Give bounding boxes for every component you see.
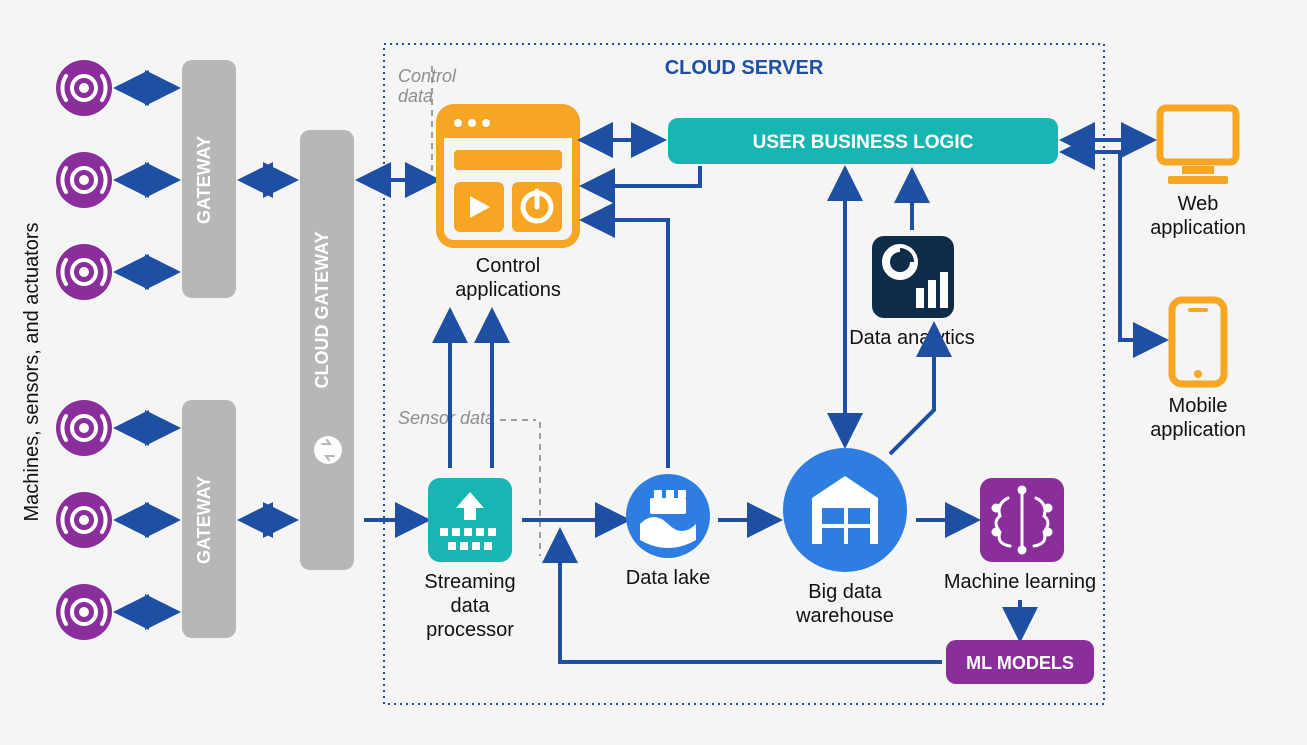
control-applications-icon <box>440 108 576 244</box>
web-application-icon <box>1160 108 1236 184</box>
machine-learning-label: Machine learning <box>944 571 1096 593</box>
ml-models-box: ML MODELS <box>946 640 1094 684</box>
svg-text:CLOUD GATEWAY: CLOUD GATEWAY <box>312 231 332 388</box>
streaming-processor-label: Streamingdataprocessor <box>424 571 515 641</box>
mobile-application-label: Mobileapplication <box>1150 395 1246 441</box>
sensor-icon <box>56 584 112 640</box>
datalake-control-link <box>588 220 668 468</box>
streaming-processor-icon <box>428 478 512 562</box>
svg-text:USER BUSINESS LOGIC: USER BUSINESS LOGIC <box>753 132 974 153</box>
sensor-icon <box>56 152 112 208</box>
svg-text:GATEWAY: GATEWAY <box>194 136 214 224</box>
diagram-canvas: CLOUD SERVER Machines, sensors, and actu… <box>0 0 1307 745</box>
machines-sensors-label: Machines, sensors, and actuators <box>21 222 43 521</box>
machine-learning-icon <box>980 478 1064 562</box>
control-applications-label: Controlapplications <box>455 255 561 301</box>
sensor-icons-group <box>56 60 112 640</box>
big-data-warehouse-icon <box>783 448 907 572</box>
cloud-server-title: CLOUD SERVER <box>665 57 824 79</box>
sensor-icon <box>56 492 112 548</box>
cloud-gateway: CLOUD GATEWAY <box>300 130 354 570</box>
data-lake-label: Data lake <box>626 567 711 589</box>
ubl-control-link-2 <box>588 166 700 186</box>
gateway-bottom: GATEWAY <box>182 400 236 638</box>
sensor-icon <box>56 244 112 300</box>
user-business-logic: USER BUSINESS LOGIC <box>668 118 1058 164</box>
web-application-label: Webapplication <box>1150 193 1246 239</box>
mobile-application-icon <box>1172 300 1224 384</box>
sensor-icon <box>56 60 112 116</box>
control-data-label: Controldata <box>398 66 457 106</box>
data-lake-icon <box>626 474 710 558</box>
sensor-data-label: Sensor data <box>398 408 495 428</box>
big-data-warehouse-label: Big datawarehouse <box>795 581 894 627</box>
sensor-icon <box>56 400 112 456</box>
gateway-top: GATEWAY <box>182 60 236 298</box>
data-analytics-icon <box>872 236 954 318</box>
svg-text:GATEWAY: GATEWAY <box>194 476 214 564</box>
data-analytics-label: Data analytics <box>849 327 975 349</box>
svg-text:ML MODELS: ML MODELS <box>966 653 1074 673</box>
ubl-mobile-link <box>1068 152 1160 340</box>
